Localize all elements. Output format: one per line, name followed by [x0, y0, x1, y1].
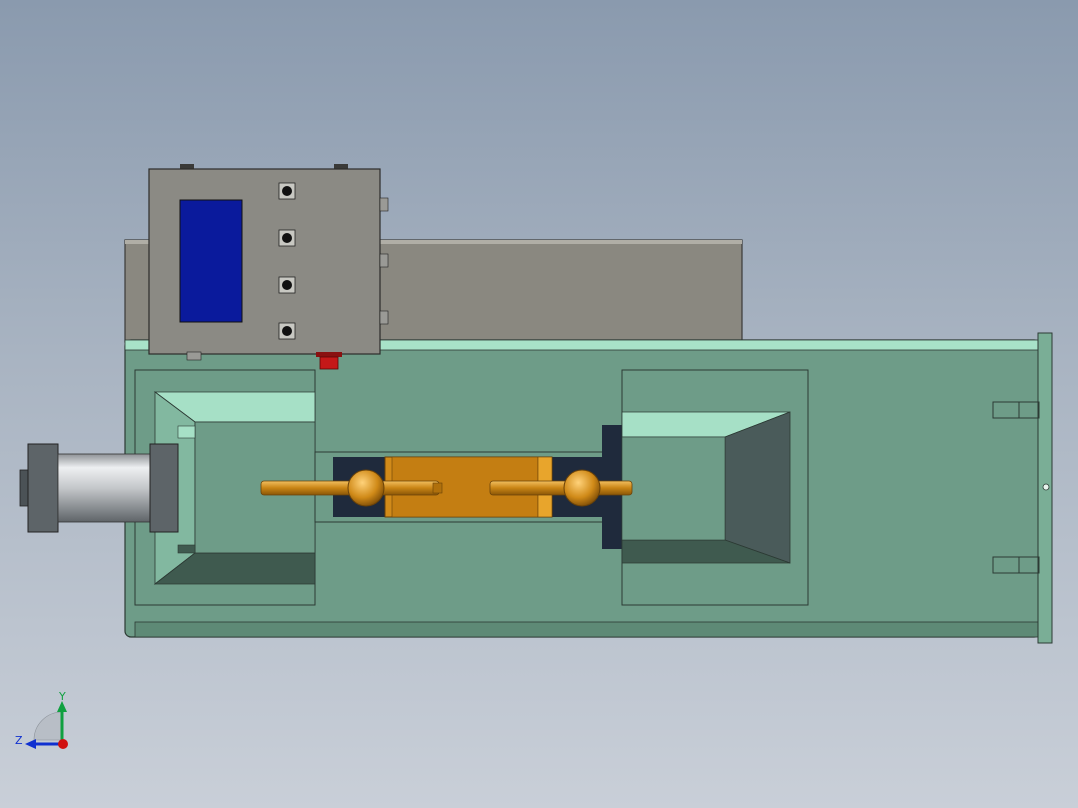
cylinder-front-cap [149, 443, 179, 533]
orientation-triad[interactable]: Y Z [15, 690, 68, 749]
hopper-inner-wall [724, 411, 791, 564]
emergency-button-base [316, 352, 342, 357]
cad-viewport[interactable]: Y Z [0, 0, 1078, 808]
left-rod-ball [347, 469, 385, 507]
control-box-screen[interactable] [179, 199, 243, 323]
cylinder-barrel [57, 453, 151, 523]
control-button-4[interactable] [278, 322, 296, 340]
cable-gland-1 [379, 197, 389, 212]
z-axis-arrow [25, 739, 36, 749]
x-axis-dot [58, 739, 68, 749]
right-hopper[interactable] [621, 369, 809, 606]
cable-gland-2 [379, 253, 389, 268]
bottom-gland [186, 351, 202, 361]
z-axis-label: Z [15, 734, 23, 747]
base-frame-bottom-rail [134, 621, 1041, 638]
control-button-3[interactable] [278, 276, 296, 294]
y-axis-label: Y [58, 690, 66, 703]
cylinder-rear-cap [27, 443, 59, 533]
left-rod-tip [432, 482, 443, 494]
emergency-stop-button[interactable] [319, 356, 339, 370]
cylinder-mount-top [177, 425, 196, 439]
hopper-floor [621, 436, 726, 541]
cable-gland-3 [379, 310, 389, 325]
right-rod [489, 480, 633, 496]
cylinder-mount-bottom [177, 544, 196, 554]
hole-marker [1042, 483, 1050, 491]
right-rod-ball [563, 469, 601, 507]
control-box[interactable] [148, 164, 389, 370]
control-button-1[interactable] [278, 182, 296, 200]
control-button-2[interactable] [278, 229, 296, 247]
triad-arc [33, 711, 63, 741]
model-view[interactable]: Y Z [0, 0, 1078, 808]
